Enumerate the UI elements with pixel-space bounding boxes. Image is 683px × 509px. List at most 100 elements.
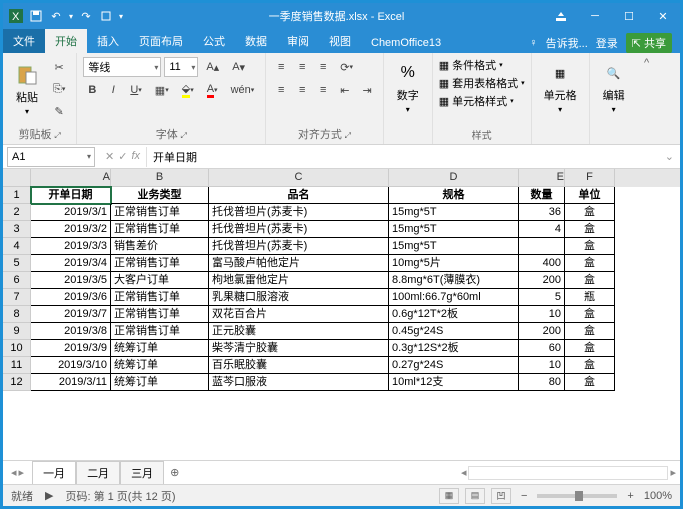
- cell[interactable]: 400: [519, 255, 565, 272]
- number-format-button[interactable]: % 数字 ▾: [390, 57, 426, 118]
- cell[interactable]: 2019/3/7: [31, 306, 111, 323]
- cell[interactable]: 统筹订单: [111, 357, 209, 374]
- hscroll-bar[interactable]: [468, 466, 668, 480]
- row-header[interactable]: 4: [3, 238, 31, 255]
- cell[interactable]: 正常销售订单: [111, 306, 209, 323]
- minimize-button[interactable]: ─: [578, 3, 612, 29]
- fill-color-button[interactable]: ⬙▾: [177, 80, 199, 100]
- col-header-a[interactable]: A: [31, 169, 111, 187]
- cell[interactable]: 正常销售订单: [111, 221, 209, 238]
- border-button[interactable]: ▦▾: [150, 80, 174, 100]
- cell[interactable]: 正常销售订单: [111, 289, 209, 306]
- align-top-button[interactable]: ≡: [272, 57, 290, 77]
- fx-icon[interactable]: fx: [131, 150, 140, 163]
- cell[interactable]: 盒: [565, 255, 615, 272]
- zoom-level[interactable]: 100%: [644, 490, 672, 502]
- bold-button[interactable]: B: [83, 80, 101, 100]
- copy-button[interactable]: ⎘▾: [48, 79, 70, 99]
- font-size-combo[interactable]: 11: [164, 57, 198, 77]
- cell[interactable]: 蓝芩口服液: [209, 374, 389, 391]
- row-header[interactable]: 8: [3, 306, 31, 323]
- cell[interactable]: 富马酸卢帕他定片: [209, 255, 389, 272]
- cell[interactable]: 托伐普坦片(苏麦卡): [209, 204, 389, 221]
- collapse-ribbon-icon[interactable]: ^: [638, 53, 656, 144]
- cell[interactable]: 统筹订单: [111, 374, 209, 391]
- cancel-formula-icon[interactable]: ✕: [105, 150, 114, 163]
- row-header[interactable]: 5: [3, 255, 31, 272]
- cell[interactable]: 托伐普坦片(苏麦卡): [209, 238, 389, 255]
- cell[interactable]: 2019/3/11: [31, 374, 111, 391]
- cells-button[interactable]: ▦ 单元格 ▾: [538, 57, 583, 118]
- tab-formulas[interactable]: 公式: [193, 29, 235, 53]
- cell[interactable]: 正常销售订单: [111, 255, 209, 272]
- cell[interactable]: 2019/3/2: [31, 221, 111, 238]
- cell[interactable]: 统筹订单: [111, 340, 209, 357]
- underline-button[interactable]: U▾: [125, 80, 146, 100]
- row-header[interactable]: 7: [3, 289, 31, 306]
- tell-me-icon[interactable]: ♀: [529, 37, 537, 49]
- close-button[interactable]: ✕: [646, 3, 680, 29]
- cell[interactable]: 10mg*5片: [389, 255, 519, 272]
- row-header[interactable]: 9: [3, 323, 31, 340]
- tab-data[interactable]: 数据: [235, 29, 277, 53]
- row-header[interactable]: 3: [3, 221, 31, 238]
- formula-input[interactable]: 开单日期: [146, 147, 659, 167]
- cell[interactable]: 开单日期: [31, 187, 111, 204]
- cell[interactable]: 乳果糖口服溶液: [209, 289, 389, 306]
- cell[interactable]: 业务类型: [111, 187, 209, 204]
- sheet-tab-3[interactable]: 三月: [120, 461, 164, 484]
- align-bottom-button[interactable]: ≡: [314, 57, 332, 77]
- tab-nav-prev-icon[interactable]: ◂: [11, 466, 17, 479]
- cell[interactable]: 36: [519, 204, 565, 221]
- spreadsheet-grid[interactable]: A B C D E F 1 开单日期 业务类型 品名 规格 数量 单位 2201…: [3, 169, 680, 460]
- cell[interactable]: 100ml:66.7g*60ml: [389, 289, 519, 306]
- cell[interactable]: 2019/3/6: [31, 289, 111, 306]
- row-header[interactable]: 12: [3, 374, 31, 391]
- align-right-button[interactable]: ≡: [314, 80, 332, 100]
- cell[interactable]: 双花百合片: [209, 306, 389, 323]
- cell[interactable]: 0.6g*12T*2板: [389, 306, 519, 323]
- cell[interactable]: 盒: [565, 357, 615, 374]
- cell[interactable]: 4: [519, 221, 565, 238]
- phonetic-button[interactable]: wén▾: [226, 80, 260, 100]
- save-icon[interactable]: [29, 9, 43, 23]
- indent-left-button[interactable]: ⇤: [335, 80, 354, 100]
- cell[interactable]: 200: [519, 323, 565, 340]
- sheet-tab-1[interactable]: 一月: [32, 461, 76, 485]
- view-normal-button[interactable]: ▦: [439, 488, 459, 504]
- cell[interactable]: 盒: [565, 238, 615, 255]
- cell[interactable]: 盒: [565, 221, 615, 238]
- macro-icon[interactable]: ▶: [45, 489, 53, 502]
- cell[interactable]: 2019/3/5: [31, 272, 111, 289]
- zoom-out-button[interactable]: −: [517, 490, 531, 502]
- cell[interactable]: 规格: [389, 187, 519, 204]
- cell[interactable]: 15mg*5T: [389, 221, 519, 238]
- cell[interactable]: 瓶: [565, 289, 615, 306]
- view-page-button[interactable]: ▤: [465, 488, 485, 504]
- cell[interactable]: 10: [519, 306, 565, 323]
- row-header[interactable]: 10: [3, 340, 31, 357]
- cell[interactable]: 正常销售订单: [111, 323, 209, 340]
- redo-icon[interactable]: ↷: [79, 9, 93, 23]
- tab-home[interactable]: 开始: [45, 29, 87, 53]
- cell[interactable]: 盒: [565, 204, 615, 221]
- expand-formula-icon[interactable]: ⌄: [659, 150, 680, 163]
- table-format-button[interactable]: ▦套用表格格式▾: [439, 75, 525, 91]
- zoom-slider[interactable]: [537, 494, 617, 498]
- format-painter-button[interactable]: ✎: [48, 101, 70, 121]
- paste-button[interactable]: 粘贴 ▾: [9, 59, 45, 120]
- cell[interactable]: 盒: [565, 374, 615, 391]
- signin[interactable]: 登录: [596, 35, 618, 51]
- font-color-button[interactable]: A▾: [202, 80, 223, 100]
- ribbon-options-icon[interactable]: [544, 3, 578, 29]
- cell[interactable]: 枸地氯雷他定片: [209, 272, 389, 289]
- cell[interactable]: 数量: [519, 187, 565, 204]
- cell[interactable]: 8.8mg*6T(薄膜衣): [389, 272, 519, 289]
- tab-view[interactable]: 视图: [319, 29, 361, 53]
- zoom-in-button[interactable]: +: [623, 490, 637, 502]
- align-middle-button[interactable]: ≡: [293, 57, 311, 77]
- hscroll-right-icon[interactable]: ▸: [670, 466, 676, 479]
- cell[interactable]: 10: [519, 357, 565, 374]
- tab-review[interactable]: 审阅: [277, 29, 319, 53]
- indent-right-button[interactable]: ⇥: [357, 80, 376, 100]
